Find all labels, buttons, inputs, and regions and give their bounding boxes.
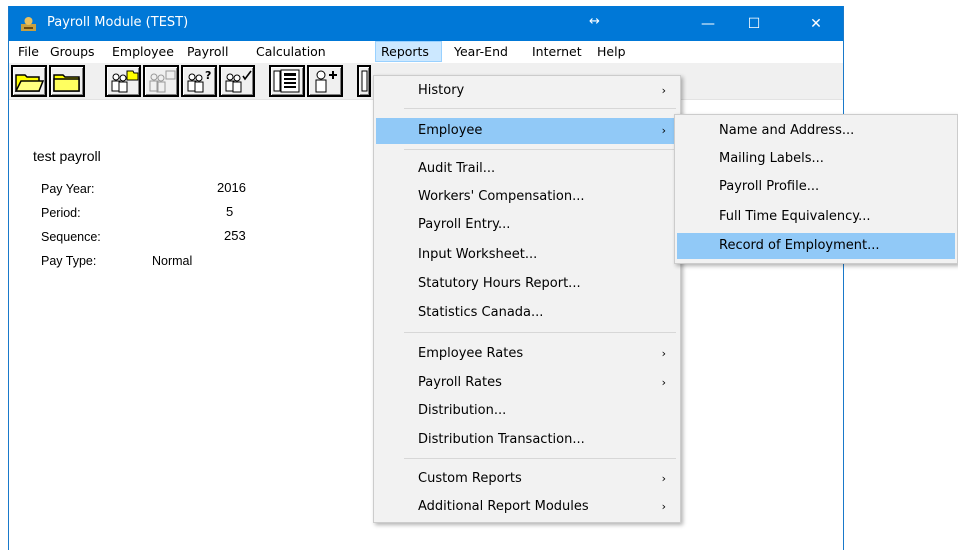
period-value: 5 (226, 204, 234, 219)
window-title: Payroll Module (TEST) (47, 15, 189, 30)
menu-item-workers-compensation[interactable]: Workers' Compensation... (376, 184, 678, 210)
menu-separator (404, 149, 676, 150)
submenu-item-mailing-labels[interactable]: Mailing Labels... (677, 146, 955, 172)
toolbar-folder-button[interactable] (49, 65, 85, 97)
menu-help[interactable]: Help (592, 41, 631, 62)
employee-list-icon (273, 69, 300, 93)
menu-item-label: Payroll Rates (418, 375, 502, 390)
period-label: Period: (41, 206, 81, 220)
sequence-value: 253 (224, 228, 246, 243)
submenu-arrow-icon: › (661, 500, 666, 513)
menu-separator (404, 108, 676, 109)
menu-item-label: Workers' Compensation... (418, 189, 585, 204)
menu-reports[interactable]: Reports (375, 41, 442, 62)
app-icon (21, 17, 36, 31)
submenu-arrow-icon: › (661, 124, 666, 137)
menu-year-end[interactable]: Year-End (449, 41, 513, 62)
submenu-item-name-and-address[interactable]: Name and Address... (677, 118, 955, 144)
resize-icon: ↔ (589, 14, 600, 29)
menu-item-label: Statistics Canada... (418, 305, 544, 320)
pay-type-value: Normal (152, 254, 193, 268)
close-icon: ✕ (810, 15, 822, 32)
menu-item-employee[interactable]: Employee › (376, 118, 678, 144)
add-employee-icon (315, 70, 337, 93)
menu-internet[interactable]: Internet (527, 41, 587, 62)
pay-year-value: 2016 (217, 180, 246, 195)
menu-item-label: Mailing Labels... (719, 151, 824, 166)
maximize-icon: ☐ (747, 15, 761, 32)
title-bar[interactable]: Payroll Module (TEST) ↔ — ☐ ✕ (9, 6, 843, 41)
menu-item-label: Payroll Profile... (719, 179, 820, 194)
menu-item-payroll-rates[interactable]: Payroll Rates › (376, 370, 678, 396)
maximize-button[interactable]: ☐ (731, 6, 777, 41)
group-check-icon (225, 70, 252, 93)
partial-icon (361, 70, 368, 92)
menu-separator (404, 458, 676, 459)
menu-item-distribution[interactable]: Distribution... (376, 398, 678, 424)
menu-separator (404, 332, 676, 333)
menu-item-label: Audit Trail... (418, 161, 496, 176)
menu-item-label: Full Time Equivalency... (719, 209, 871, 224)
menu-item-label: Input Worksheet... (418, 247, 538, 262)
toolbar-group-disabled-button[interactable] (143, 65, 179, 97)
sequence-label: Sequence: (41, 230, 101, 244)
submenu-arrow-icon: › (661, 84, 666, 97)
minimize-icon: — (701, 15, 715, 32)
menu-item-custom-reports[interactable]: Custom Reports › (376, 466, 678, 492)
menu-item-label: Record of Employment... (719, 238, 880, 253)
menu-item-statistics-canada[interactable]: Statistics Canada... (376, 300, 678, 326)
menu-item-label: Distribution Transaction... (418, 432, 585, 447)
menu-calculation[interactable]: Calculation (251, 41, 331, 62)
menu-item-label: History (418, 83, 465, 98)
submenu-item-payroll-profile[interactable]: Payroll Profile... (677, 174, 955, 200)
menu-item-label: Additional Report Modules (418, 499, 589, 514)
menu-item-label: Payroll Entry... (418, 217, 511, 232)
folder-icon (53, 74, 80, 92)
submenu-arrow-icon: › (661, 376, 666, 389)
svg-text:?: ? (205, 69, 211, 82)
submenu-arrow-icon: › (661, 472, 666, 485)
minimize-button[interactable]: — (685, 6, 731, 41)
toolbar-group-check-button[interactable] (219, 65, 255, 97)
menu-item-label: Distribution... (418, 403, 507, 418)
close-button[interactable]: ✕ (793, 6, 839, 41)
toolbar-employee-list-button[interactable] (269, 65, 305, 97)
menu-item-history[interactable]: History › (376, 78, 678, 104)
menu-item-statutory-hours[interactable]: Statutory Hours Report... (376, 271, 678, 297)
menu-item-label: Name and Address... (719, 123, 855, 138)
menu-item-employee-rates[interactable]: Employee Rates › (376, 341, 678, 367)
menu-file[interactable]: File (13, 41, 44, 62)
submenu-item-full-time-equivalency[interactable]: Full Time Equivalency... (677, 204, 955, 230)
menu-employee[interactable]: Employee (107, 41, 179, 62)
menu-item-payroll-entry[interactable]: Payroll Entry... (376, 212, 678, 238)
menu-item-label: Employee Rates (418, 346, 524, 361)
menu-item-label: Statutory Hours Report... (418, 276, 581, 291)
menu-item-label: Custom Reports (418, 471, 522, 486)
toolbar-group-open-button[interactable] (105, 65, 141, 97)
menu-item-distribution-transaction[interactable]: Distribution Transaction... (376, 427, 678, 453)
submenu-item-record-of-employment[interactable]: Record of Employment... (677, 233, 955, 259)
menu-item-audit-trail[interactable]: Audit Trail... (376, 156, 678, 182)
toolbar-partial-button[interactable] (357, 65, 371, 97)
open-folder-icon (14, 74, 45, 92)
group-query-icon: ? (187, 69, 211, 93)
menu-payroll[interactable]: Payroll (182, 41, 234, 62)
toolbar-open-button[interactable] (11, 65, 47, 97)
group-open-icon (111, 70, 139, 93)
toolbar-group-query-button[interactable]: ? (181, 65, 217, 97)
reports-menu: History › Employee › Audit Trail... Work… (373, 75, 681, 523)
submenu-arrow-icon: › (661, 347, 666, 360)
pay-type-label: Pay Type: (41, 254, 97, 268)
menu-item-input-worksheet[interactable]: Input Worksheet... (376, 242, 678, 268)
menu-item-additional-report-modules[interactable]: Additional Report Modules › (376, 494, 678, 520)
pay-year-label: Pay Year: (41, 182, 95, 196)
employee-submenu: Name and Address... Mailing Labels... Pa… (674, 114, 958, 264)
toolbar-add-employee-button[interactable] (307, 65, 343, 97)
menu-bar: File Groups Employee Payroll Calculation… (9, 41, 843, 62)
menu-item-label: Employee (418, 123, 483, 138)
menu-groups[interactable]: Groups (45, 41, 100, 62)
group-disabled-icon (149, 70, 176, 93)
payroll-name-heading: test payroll (33, 148, 101, 164)
